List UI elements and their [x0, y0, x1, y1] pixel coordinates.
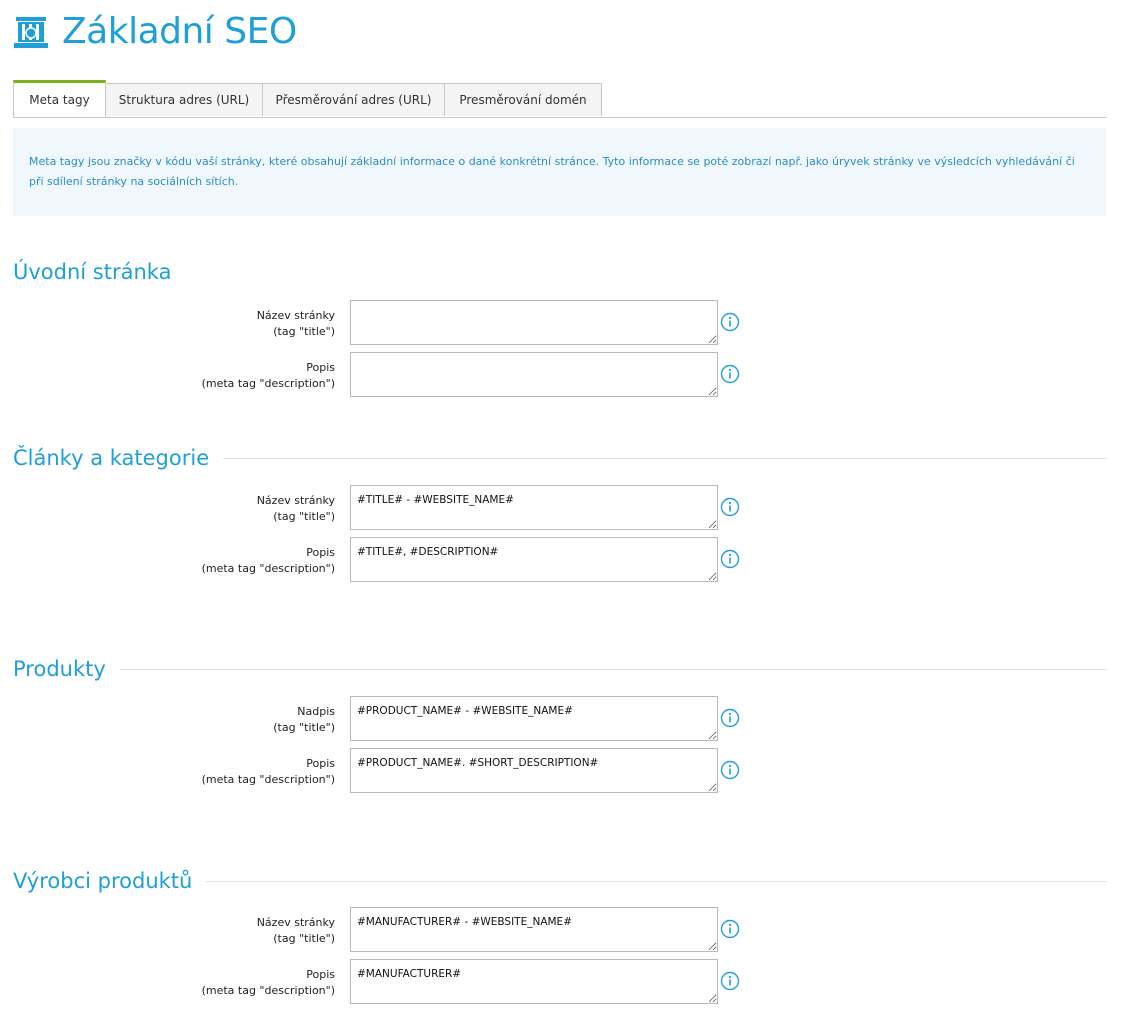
articles-description-input[interactable] — [350, 537, 718, 582]
info-icon[interactable] — [720, 497, 740, 517]
field-manufacturers-description: Popis (meta tag "description") — [0, 959, 760, 1005]
label-hint: (meta tag "description") — [201, 773, 335, 786]
section-divider — [223, 457, 1107, 459]
tab-url-redirects[interactable]: Přesměrování adres (URL) — [262, 83, 445, 116]
section-header: Produkty — [13, 654, 1107, 684]
section-title: Produkty — [13, 657, 120, 681]
section-divider — [185, 272, 1107, 273]
articles-title-input[interactable] — [350, 485, 718, 530]
label-hint: (meta tag "description") — [201, 377, 335, 390]
seo-settings-page: Základní SEO Struktura adres (URL) Přesm… — [0, 0, 1122, 1020]
seo-books-icon — [14, 17, 48, 48]
field-label: Název stránky (tag "title") — [150, 915, 335, 947]
products-title-input[interactable] — [350, 696, 718, 741]
label-main: Název stránky — [256, 494, 335, 507]
section-manufacturers: Výrobci produktů — [13, 866, 1107, 896]
field-label: Nadpis (tag "title") — [150, 704, 335, 736]
manufacturers-description-input[interactable] — [350, 959, 718, 1004]
info-icon[interactable] — [720, 971, 740, 991]
field-label: Název stránky (tag "title") — [150, 493, 335, 525]
homepage-title-input[interactable] — [350, 300, 718, 345]
label-hint: (tag "title") — [273, 932, 335, 945]
page-title: Základní SEO — [62, 11, 297, 52]
label-hint: (tag "title") — [273, 721, 335, 734]
field-homepage-description: Popis (meta tag "description") — [0, 352, 760, 398]
info-box: Meta tagy jsou značky v kódu vaší stránk… — [13, 128, 1106, 216]
label-hint: (meta tag "description") — [201, 984, 335, 997]
info-icon[interactable] — [720, 919, 740, 939]
label-main: Popis — [306, 546, 335, 559]
field-products-description: Popis (meta tag "description") — [0, 748, 760, 794]
products-description-input[interactable] — [350, 748, 718, 793]
field-products-title: Nadpis (tag "title") — [0, 696, 760, 742]
label-hint: (tag "title") — [273, 510, 335, 523]
manufacturers-title-input[interactable] — [350, 907, 718, 952]
section-title: Výrobci produktů — [13, 869, 207, 893]
section-header: Úvodní stránka — [13, 257, 1107, 287]
section-divider — [206, 880, 1107, 882]
section-header: Články a kategorie — [13, 443, 1107, 473]
label-hint: (meta tag "description") — [201, 562, 335, 575]
label-main: Popis — [306, 757, 335, 770]
info-text: Meta tagy jsou značky v kódu vaší stránk… — [29, 155, 1075, 188]
tab-bar: Struktura adres (URL) Přesměrování adres… — [13, 80, 1107, 118]
label-hint: (tag "title") — [273, 325, 335, 338]
field-articles-description: Popis (meta tag "description") — [0, 537, 760, 583]
section-articles-categories: Články a kategorie — [13, 443, 1107, 473]
section-title: Úvodní stránka — [13, 260, 186, 284]
section-divider — [119, 668, 1107, 670]
info-icon[interactable] — [720, 708, 740, 728]
info-icon[interactable] — [720, 760, 740, 780]
section-header: Výrobci produktů — [13, 866, 1107, 896]
info-icon[interactable] — [720, 549, 740, 569]
label-main: Název stránky — [256, 309, 335, 322]
tab-url-structure[interactable]: Struktura adres (URL) — [105, 83, 263, 116]
label-main: Nadpis — [297, 705, 335, 718]
section-products: Produkty — [13, 654, 1107, 684]
field-manufacturers-title: Název stránky (tag "title") — [0, 907, 760, 953]
label-main: Název stránky — [256, 916, 335, 929]
page-header: Základní SEO — [12, 10, 297, 54]
field-label: Název stránky (tag "title") — [150, 308, 335, 340]
homepage-description-input[interactable] — [350, 352, 718, 397]
info-icon[interactable] — [720, 312, 740, 332]
field-label: Popis (meta tag "description") — [150, 967, 335, 999]
section-homepage: Úvodní stránka — [13, 257, 1107, 287]
section-title: Články a kategorie — [13, 446, 224, 470]
label-main: Popis — [306, 361, 335, 374]
tab-meta-tags[interactable]: Meta tagy — [13, 80, 106, 117]
field-articles-title: Název stránky (tag "title") — [0, 485, 760, 531]
field-label: Popis (meta tag "description") — [150, 545, 335, 577]
info-icon[interactable] — [720, 364, 740, 384]
field-homepage-title: Název stránky (tag "title") — [0, 300, 760, 346]
tab-domain-redirects[interactable]: Presměrování domén — [444, 83, 602, 116]
label-main: Popis — [306, 968, 335, 981]
field-label: Popis (meta tag "description") — [150, 756, 335, 788]
field-label: Popis (meta tag "description") — [150, 360, 335, 392]
